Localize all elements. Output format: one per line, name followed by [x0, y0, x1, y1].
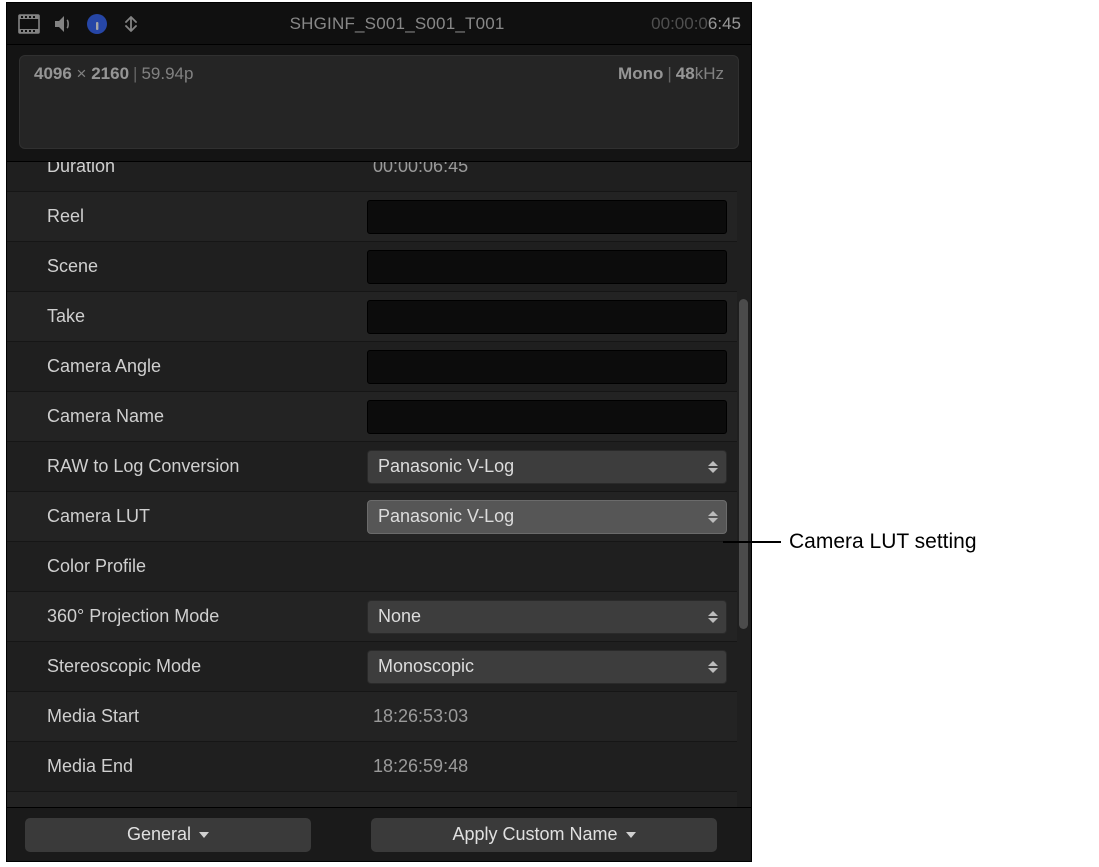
vertical-scrollbar[interactable] [739, 179, 748, 801]
chevron-down-icon [199, 832, 209, 838]
value-duration: 00:00:06:45 [367, 162, 727, 177]
chevron-down-icon [626, 832, 636, 838]
updown-icon [706, 507, 720, 527]
row-color-profile: Color Profile [7, 542, 737, 592]
row-media-start: Media Start 18:26:53:03 [7, 692, 737, 742]
row-projection-mode: 360° Projection Mode None [7, 592, 737, 642]
updown-icon [706, 457, 720, 477]
scrollbar-thumb[interactable] [739, 299, 748, 629]
label-camera-lut: Camera LUT [47, 506, 367, 527]
label-media-end: Media End [47, 756, 367, 777]
label-reel: Reel [47, 206, 367, 227]
row-duration: Duration 00:00:06:45 [7, 162, 737, 192]
row-camera-lut: Camera LUT Panasonic V-Log [7, 492, 737, 542]
input-take[interactable] [367, 300, 727, 334]
row-scene: Scene [7, 242, 737, 292]
property-list: Duration 00:00:06:45 Reel Scene Take Cam… [7, 162, 751, 807]
label-projection-mode: 360° Projection Mode [47, 606, 367, 627]
row-take: Take [7, 292, 737, 342]
row-camera-name: Camera Name [7, 392, 737, 442]
clip-name: SHGINF_S001_S001_T001 [153, 14, 641, 34]
playhead-timecode: 00:00:06:45 [651, 14, 741, 34]
row-camera-angle: Camera Angle [7, 342, 737, 392]
inspector-footer: General Apply Custom Name [7, 807, 751, 861]
apply-custom-name-button[interactable]: Apply Custom Name [371, 818, 717, 852]
format-summary-wrap: 4096 × 2160|59.94p Mono|48kHz [7, 45, 751, 162]
label-raw-to-log: RAW to Log Conversion [47, 456, 367, 477]
label-duration: Duration [47, 162, 367, 177]
share-icon[interactable] [119, 12, 143, 36]
input-camera-name[interactable] [367, 400, 727, 434]
input-camera-angle[interactable] [367, 350, 727, 384]
updown-icon [706, 657, 720, 677]
label-media-start: Media Start [47, 706, 367, 727]
popup-raw-to-log[interactable]: Panasonic V-Log [367, 450, 727, 484]
callout-text: Camera LUT setting [781, 530, 977, 554]
row-raw-to-log: RAW to Log Conversion Panasonic V-Log [7, 442, 737, 492]
inspector-panel: SHGINF_S001_S001_T001 00:00:06:45 4096 ×… [6, 2, 752, 862]
label-stereoscopic-mode: Stereoscopic Mode [47, 656, 367, 677]
popup-camera-lut[interactable]: Panasonic V-Log [367, 500, 727, 534]
inspector-topbar: SHGINF_S001_S001_T001 00:00:06:45 [7, 3, 751, 45]
metadata-view-button[interactable]: General [25, 818, 311, 852]
filmstrip-icon[interactable] [17, 12, 41, 36]
row-cutoff [7, 792, 737, 807]
callout-line [723, 541, 781, 543]
info-icon[interactable] [85, 12, 109, 36]
popup-stereoscopic-mode[interactable]: Monoscopic [367, 650, 727, 684]
row-stereoscopic-mode: Stereoscopic Mode Monoscopic [7, 642, 737, 692]
input-reel[interactable] [367, 200, 727, 234]
speaker-icon[interactable] [51, 12, 75, 36]
format-summary: 4096 × 2160|59.94p Mono|48kHz [19, 55, 739, 149]
label-camera-angle: Camera Angle [47, 356, 367, 377]
updown-icon [706, 607, 720, 627]
value-media-start: 18:26:53:03 [367, 706, 727, 727]
label-take: Take [47, 306, 367, 327]
label-scene: Scene [47, 256, 367, 277]
row-reel: Reel [7, 192, 737, 242]
input-scene[interactable] [367, 250, 727, 284]
callout-camera-lut: Camera LUT setting [723, 530, 977, 554]
label-color-profile: Color Profile [47, 556, 367, 577]
popup-projection-mode[interactable]: None [367, 600, 727, 634]
value-media-end: 18:26:59:48 [367, 756, 727, 777]
label-camera-name: Camera Name [47, 406, 367, 427]
row-media-end: Media End 18:26:59:48 [7, 742, 737, 792]
